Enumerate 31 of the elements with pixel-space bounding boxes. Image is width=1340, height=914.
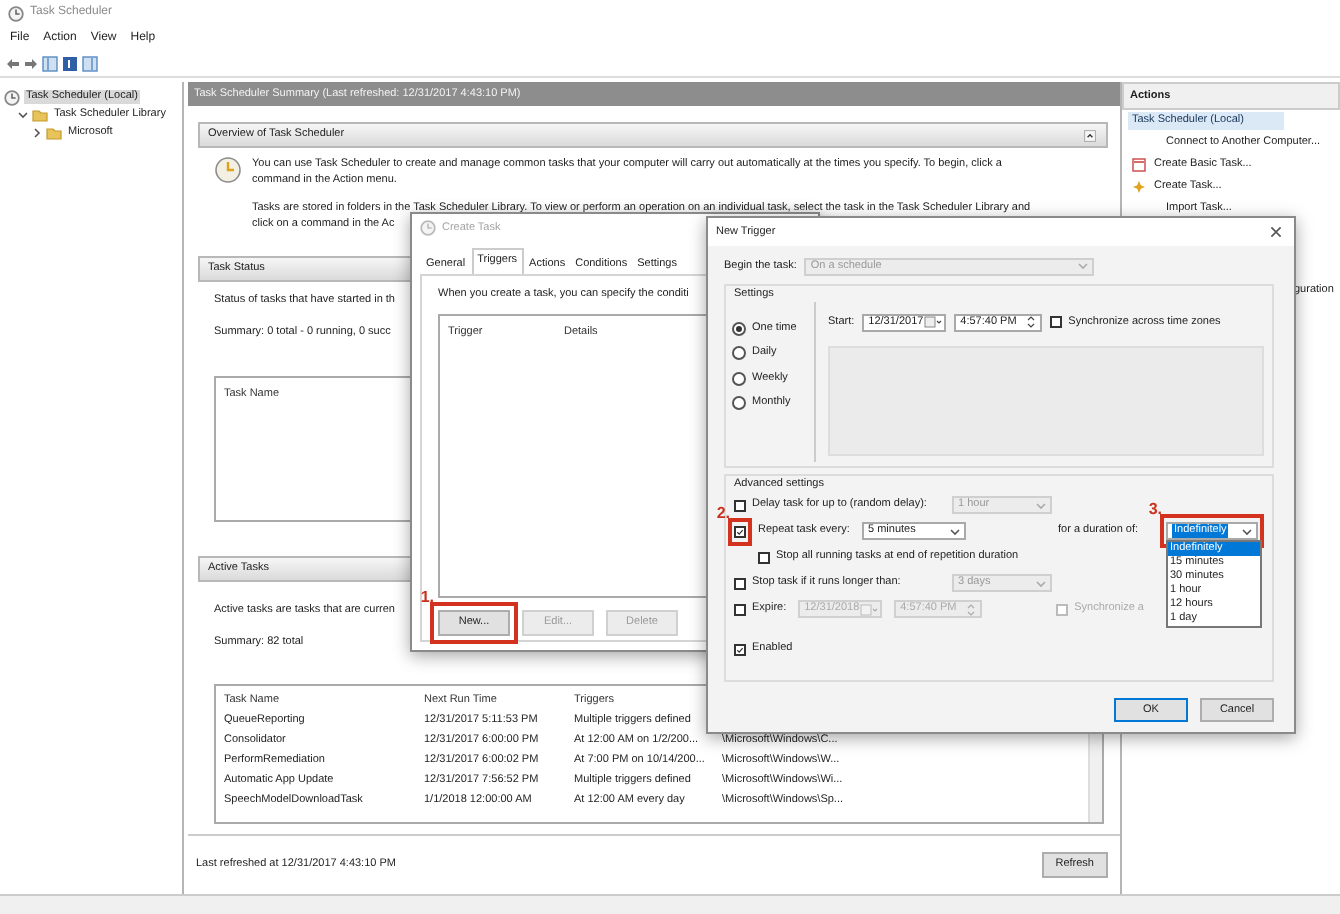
caret-icon [1078,262,1089,270]
checkbox[interactable] [758,551,770,563]
caret-icon [950,527,960,535]
clock-icon [420,220,436,236]
collapse-icon[interactable] [1084,129,1096,141]
radio-button[interactable] [732,321,746,336]
calendar-icon [1132,158,1146,172]
step-number: 3. [1148,502,1162,518]
spinner-icon [966,601,977,617]
caret-icon [1036,579,1046,587]
radio-button[interactable] [732,346,746,361]
sparkle-icon [1132,180,1146,194]
checkbox[interactable] [734,643,746,655]
step-number: 1. [420,590,434,606]
spinner-icon [1026,314,1037,330]
calendar-icon [923,316,942,328]
caret-icon [1036,501,1046,509]
chevron-right-icon[interactable] [32,128,42,138]
calendar-icon [859,603,878,615]
clock-icon [214,156,242,184]
checkbox[interactable] [734,525,746,537]
caret-icon [1242,527,1252,535]
clock-icon [8,6,24,22]
radio-button[interactable] [732,371,746,386]
chevron-down-icon[interactable] [18,110,28,120]
step-number: 2. [716,505,730,521]
checkbox[interactable] [1050,316,1063,328]
back-arrow-icon[interactable] [6,58,20,70]
close-icon[interactable] [1270,226,1282,238]
forward-arrow-icon[interactable] [24,58,38,70]
radio-button[interactable] [732,396,746,411]
